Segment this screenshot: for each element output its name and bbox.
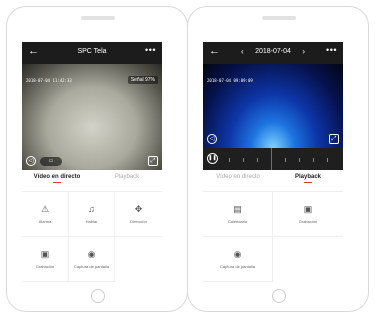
controls-grid: ⚠ Alarma ♫ Hablar ✥ Dirección ▣ Grabació… (22, 191, 162, 282)
alarm-icon: ⚠ (40, 204, 50, 214)
pause-icon[interactable]: ❚❚ (207, 153, 218, 164)
mute-icon[interactable]: ◁ (26, 156, 36, 166)
control-label: Dirección (130, 219, 147, 224)
talk-button[interactable]: ♫ Hablar (69, 192, 115, 237)
phone-right: ← ‹ 2018-07-04 › ••• 2018-07-04 09:09:09… (187, 6, 369, 312)
home-button[interactable] (91, 289, 105, 303)
mute-icon[interactable]: ◁ (207, 134, 217, 144)
control-label: Grabación (298, 219, 318, 224)
control-label: Hablar (85, 219, 98, 224)
direction-button[interactable]: ✥ Dirección (115, 192, 162, 237)
timeline-position-marker[interactable] (271, 148, 272, 170)
timeline-tick (257, 158, 258, 162)
live-video-feed[interactable]: 2018-07-04 11:42:33 Señal 97% ◁ ▭ ⤢ (22, 64, 162, 170)
screenshot-button[interactable]: ◉ Captura de pantalla (203, 237, 273, 282)
record-icon: ▣ (40, 249, 50, 259)
calendar-button[interactable]: ▤ Calendario (203, 192, 273, 237)
playback-screen: ← ‹ 2018-07-04 › ••• 2018-07-04 09:09:09… (203, 42, 343, 282)
more-options-icon[interactable]: ••• (326, 45, 337, 55)
view-tabs: Vídeo en directo Playback (22, 174, 162, 188)
more-options-icon[interactable]: ••• (145, 45, 156, 55)
phone-speaker (262, 16, 296, 20)
control-label: Grabación (35, 264, 55, 269)
calendar-icon: ▤ (233, 204, 242, 214)
tab-live-video[interactable]: Vídeo en directo (22, 174, 92, 183)
tab-label: Playback (114, 174, 140, 180)
camera-title: SPC Tela (77, 48, 107, 55)
alarm-button[interactable]: ⚠ Alarma (22, 192, 69, 237)
camera-icon: ◉ (233, 249, 242, 259)
timeline-tick (327, 158, 328, 162)
tab-playback[interactable]: Playback (273, 174, 343, 183)
control-label: Captura de pantalla (74, 264, 109, 269)
record-button[interactable]: ▣ Grabación (22, 237, 69, 282)
screenshot-button[interactable]: ◉ Captura de pantalla (69, 237, 115, 282)
record-button[interactable]: ▣ Grabación (273, 192, 343, 237)
phone-left: ← SPC Tela ••• 2018-07-04 11:42:33 Señal… (6, 6, 188, 312)
record-icon: ▣ (303, 204, 313, 214)
control-label: Calendario (227, 219, 248, 224)
tab-label: Playback (294, 174, 322, 180)
fullscreen-icon[interactable]: ⤢ (329, 134, 339, 144)
playback-timeline[interactable]: ❚❚ (203, 148, 343, 170)
playback-date[interactable]: 2018-07-04 (203, 48, 343, 55)
video-timestamp: 2018-07-04 09:09:09 (207, 78, 253, 83)
live-view-screen: ← SPC Tela ••• 2018-07-04 11:42:33 Señal… (22, 42, 162, 282)
next-day-icon[interactable]: › (302, 47, 305, 56)
tab-live-video[interactable]: Vídeo en directo (203, 174, 273, 180)
camera-icon: ◉ (87, 249, 96, 259)
tab-label: Vídeo en directo (216, 174, 260, 180)
direction-icon: ✥ (134, 204, 143, 214)
control-label: Alarma (38, 219, 52, 224)
control-label: Captura de pantalla (220, 264, 255, 269)
signal-badge: Señal 97% (127, 76, 158, 84)
playback-video-feed[interactable]: 2018-07-04 09:09:09 ◁ ⤢ (203, 64, 343, 148)
timeline-tick (243, 158, 244, 162)
timeline-tick (299, 158, 300, 162)
controls-grid: ▤ Calendario ▣ Grabación ◉ Captura de pa… (203, 191, 343, 282)
active-tab-indicator (53, 182, 61, 183)
app-header: ← ‹ 2018-07-04 › ••• (203, 42, 343, 64)
timeline-tick (229, 158, 230, 162)
quality-toggle-button[interactable]: ▭ (40, 157, 62, 166)
tab-label: Vídeo en directo (33, 174, 81, 180)
home-button[interactable] (272, 289, 286, 303)
tab-playback[interactable]: Playback (92, 174, 162, 180)
app-header: ← SPC Tela ••• (22, 42, 162, 64)
timeline-tick (285, 158, 286, 162)
timeline-tick (313, 158, 314, 162)
active-tab-indicator (304, 182, 312, 183)
phone-speaker (81, 16, 115, 20)
view-tabs: Vídeo en directo Playback (203, 174, 343, 188)
fullscreen-icon[interactable]: ⤢ (148, 156, 158, 166)
video-timestamp: 2018-07-04 11:42:33 (26, 78, 72, 83)
microphone-icon: ♫ (88, 204, 95, 214)
